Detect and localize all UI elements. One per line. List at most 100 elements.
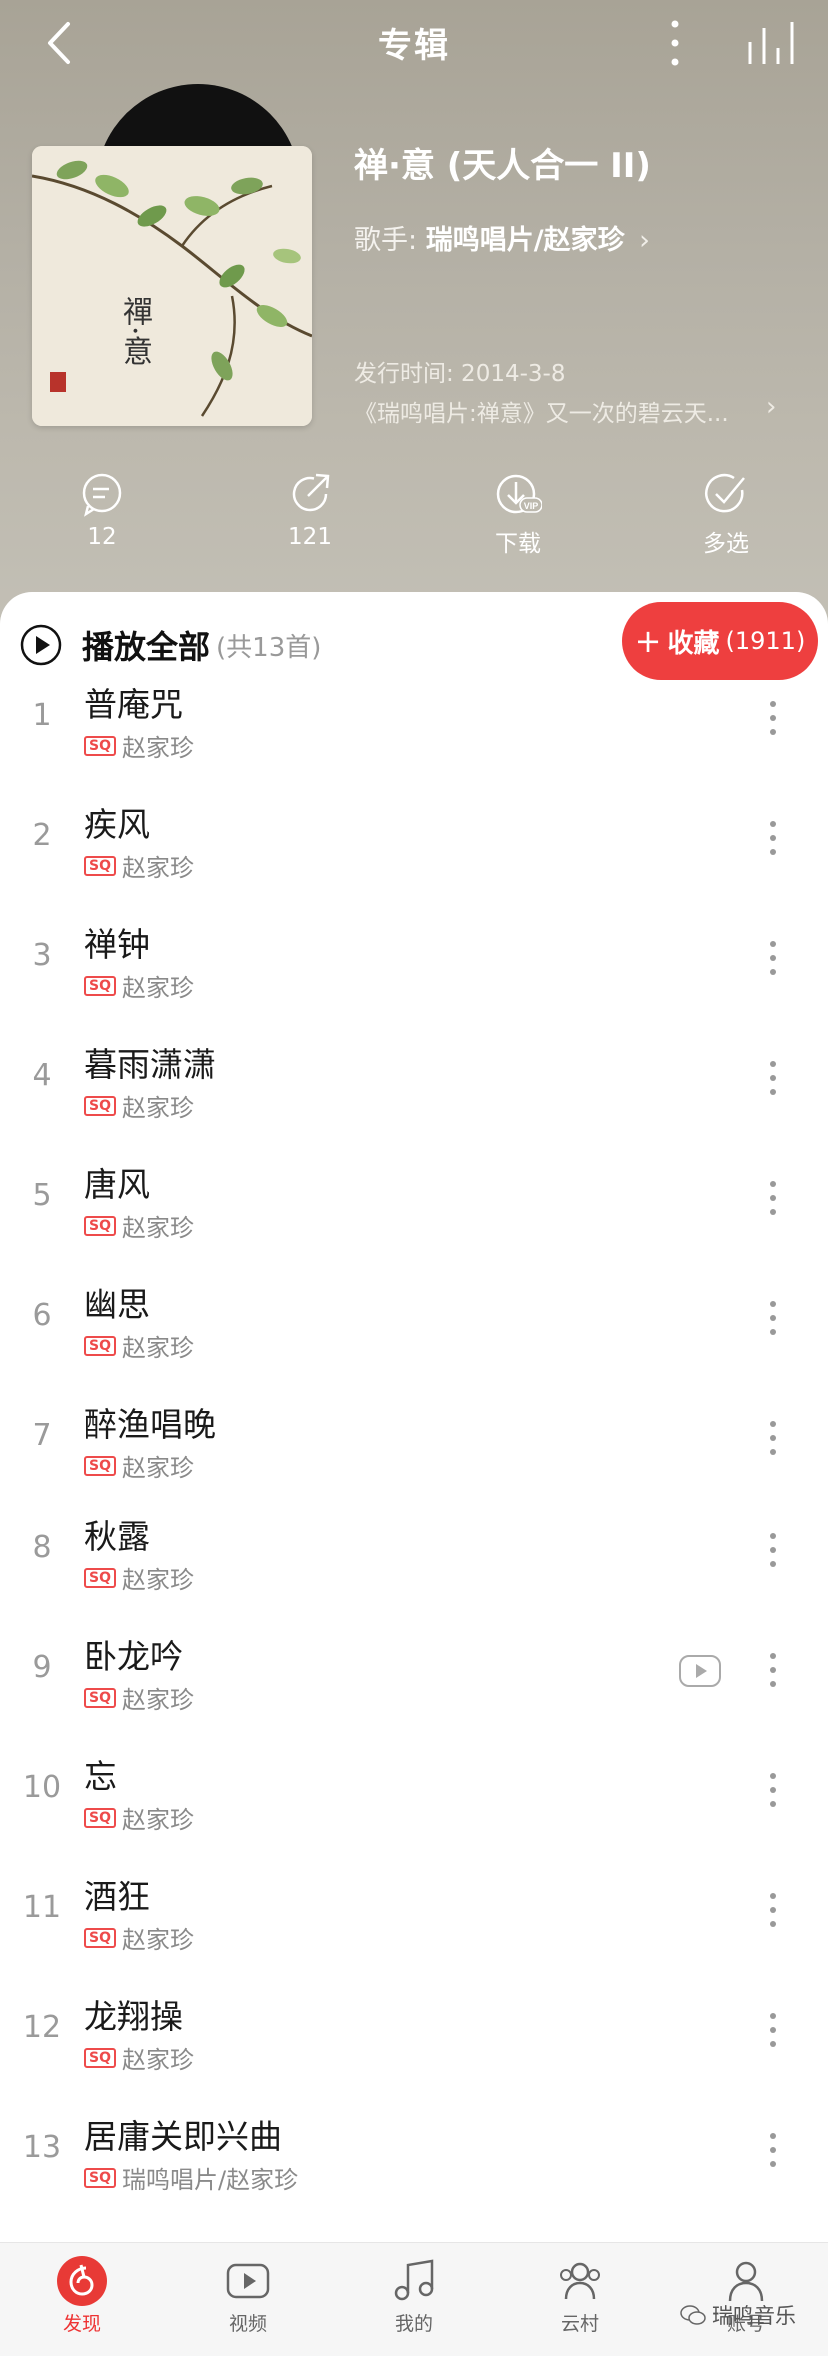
nav-discover[interactable]: 发现 bbox=[22, 2255, 142, 2336]
track-more-button[interactable] bbox=[760, 2130, 786, 2170]
video-icon bbox=[226, 2263, 270, 2299]
track-title: 龙翔操 bbox=[84, 1997, 183, 2036]
track-meta: SQ 瑞鸣唱片/赵家珍 bbox=[84, 2160, 298, 2195]
play-all-button[interactable]: 播放全部 (共13首) bbox=[20, 620, 321, 670]
track-number: 8 bbox=[32, 1530, 52, 1565]
more-vertical-icon bbox=[770, 701, 776, 735]
more-vertical-icon bbox=[770, 1773, 776, 1807]
video-play-icon bbox=[679, 1655, 721, 1687]
track-row[interactable]: 12 龙翔操 SQ 赵家珍 bbox=[0, 1978, 828, 2098]
track-more-button[interactable] bbox=[760, 1770, 786, 1810]
track-row[interactable]: 1 普庵咒 SQ 赵家珍 bbox=[0, 666, 828, 786]
mv-button[interactable] bbox=[678, 1654, 722, 1688]
nav-video[interactable]: 视频 bbox=[188, 2255, 308, 2336]
sq-quality-badge: SQ bbox=[84, 975, 116, 996]
track-number: 3 bbox=[32, 938, 52, 973]
release-date: 发行时间: 2014-3-8 bbox=[354, 361, 566, 387]
track-more-button[interactable] bbox=[760, 1298, 786, 1338]
track-number: 5 bbox=[32, 1178, 52, 1213]
more-vertical-icon bbox=[770, 1893, 776, 1927]
track-row[interactable]: 8 秋露 SQ 赵家珍 bbox=[0, 1498, 828, 1618]
play-circle-icon bbox=[20, 624, 62, 666]
share-icon bbox=[292, 473, 330, 512]
track-row[interactable]: 6 幽思 SQ 赵家珍 bbox=[0, 1266, 828, 1386]
multi-select-button[interactable]: 多选 bbox=[666, 470, 786, 558]
track-meta: SQ 赵家珍 bbox=[84, 728, 194, 763]
comment-icon bbox=[82, 473, 122, 517]
track-artist: 赵家珍 bbox=[121, 734, 194, 762]
track-title: 醉渔唱晚 bbox=[84, 1405, 216, 1444]
comments-button[interactable]: 12 bbox=[42, 470, 162, 550]
share-button[interactable]: 121 bbox=[250, 470, 370, 550]
watermark: 瑞鸣音乐 bbox=[680, 2300, 796, 2330]
track-number: 1 bbox=[32, 698, 52, 733]
track-meta: SQ 赵家珍 bbox=[84, 1088, 194, 1123]
track-meta: SQ 赵家珍 bbox=[84, 848, 194, 883]
track-row[interactable]: 5 唐风 SQ 赵家珍 bbox=[0, 1146, 828, 1266]
track-number: 9 bbox=[32, 1650, 52, 1685]
track-more-button[interactable] bbox=[760, 938, 786, 978]
track-row[interactable]: 11 酒狂 SQ 赵家珍 bbox=[0, 1858, 828, 1978]
track-number: 10 bbox=[22, 1770, 62, 1805]
more-vertical-icon bbox=[770, 821, 776, 855]
track-more-button[interactable] bbox=[760, 1530, 786, 1570]
track-more-button[interactable] bbox=[760, 1058, 786, 1098]
track-more-button[interactable] bbox=[760, 1178, 786, 1218]
track-row[interactable]: 3 禅钟 SQ 赵家珍 bbox=[0, 906, 828, 1026]
track-title: 疾风 bbox=[84, 805, 150, 844]
track-artist: 瑞鸣唱片/赵家珍 bbox=[121, 2166, 299, 2194]
track-number: 13 bbox=[22, 2130, 62, 2165]
wechat-icon bbox=[680, 2305, 706, 2325]
track-row[interactable]: 2 疾风 SQ 赵家珍 bbox=[0, 786, 828, 906]
download-button[interactable]: VIP 下载 bbox=[458, 470, 578, 558]
track-more-button[interactable] bbox=[760, 1650, 786, 1690]
more-menu-button[interactable] bbox=[660, 16, 690, 70]
music-note-icon bbox=[394, 2259, 434, 2301]
track-row[interactable]: 7 醉渔唱晚 SQ 赵家珍 bbox=[0, 1386, 828, 1506]
more-vertical-icon bbox=[770, 941, 776, 975]
track-number: 4 bbox=[32, 1058, 52, 1093]
track-title: 酒狂 bbox=[84, 1877, 150, 1916]
nav-mine-label: 我的 bbox=[394, 2313, 433, 2335]
track-meta: SQ 赵家珍 bbox=[84, 968, 194, 1003]
track-row[interactable]: 13 居庸关即兴曲 SQ 瑞鸣唱片/赵家珍 bbox=[0, 2098, 828, 2218]
track-meta: SQ 赵家珍 bbox=[84, 1800, 194, 1835]
track-more-button[interactable] bbox=[760, 1890, 786, 1930]
album-description[interactable]: 《瑞鸣唱片:禅意》又一次的碧云天... bbox=[354, 394, 794, 428]
track-artist: 赵家珍 bbox=[121, 854, 194, 882]
track-list-panel: 播放全部 (共13首) + 收藏 (1911) 1 普庵咒 SQ 赵家珍 2 疾风 SQ 赵家… bbox=[0, 592, 828, 2242]
album-cover[interactable]: 禪·意 bbox=[32, 146, 312, 426]
track-number: 12 bbox=[22, 2010, 62, 2045]
download-vip-icon: VIP bbox=[496, 474, 542, 514]
track-number: 6 bbox=[32, 1298, 52, 1333]
album-cover-art bbox=[32, 146, 312, 426]
album-header: 专辑 禪·意 禅·意 (天人合一 II) 歌手: 瑞鸣唱片/赵家珍 › 发行时间… bbox=[0, 0, 828, 640]
track-title: 居庸关即兴曲 bbox=[84, 2117, 282, 2156]
more-vertical-icon bbox=[770, 1533, 776, 1567]
track-number: 11 bbox=[22, 1890, 62, 1925]
now-playing-button[interactable] bbox=[746, 18, 796, 68]
track-artist: 赵家珍 bbox=[121, 1566, 194, 1594]
track-artist: 赵家珍 bbox=[121, 1926, 194, 1954]
artist-link[interactable]: 歌手: 瑞鸣唱片/赵家珍 › bbox=[354, 218, 650, 257]
collect-label: 收藏 bbox=[667, 628, 720, 659]
artist-name: 瑞鸣唱片/赵家珍 bbox=[425, 225, 625, 256]
nav-mine[interactable]: 我的 bbox=[354, 2255, 474, 2336]
track-row[interactable]: 10 忘 SQ 赵家珍 bbox=[0, 1738, 828, 1858]
collect-count: (1911) bbox=[725, 627, 806, 655]
netease-logo-icon bbox=[57, 2256, 107, 2306]
svg-text:VIP: VIP bbox=[524, 501, 539, 511]
more-vertical-icon bbox=[770, 1421, 776, 1455]
track-more-button[interactable] bbox=[760, 1418, 786, 1458]
track-more-button[interactable] bbox=[760, 818, 786, 858]
track-more-button[interactable] bbox=[760, 698, 786, 738]
track-artist: 赵家珍 bbox=[121, 974, 194, 1002]
multi-select-label: 多选 bbox=[703, 531, 749, 557]
track-row[interactable]: 4 暮雨潇潇 SQ 赵家珍 bbox=[0, 1026, 828, 1146]
track-row[interactable]: 9 卧龙吟 SQ 赵家珍 bbox=[0, 1618, 828, 1738]
track-more-button[interactable] bbox=[760, 2010, 786, 2050]
sq-quality-badge: SQ bbox=[84, 1335, 116, 1356]
more-vertical-icon bbox=[770, 1181, 776, 1215]
sq-quality-badge: SQ bbox=[84, 2047, 116, 2068]
nav-cloud-village[interactable]: 云村 bbox=[520, 2255, 640, 2336]
